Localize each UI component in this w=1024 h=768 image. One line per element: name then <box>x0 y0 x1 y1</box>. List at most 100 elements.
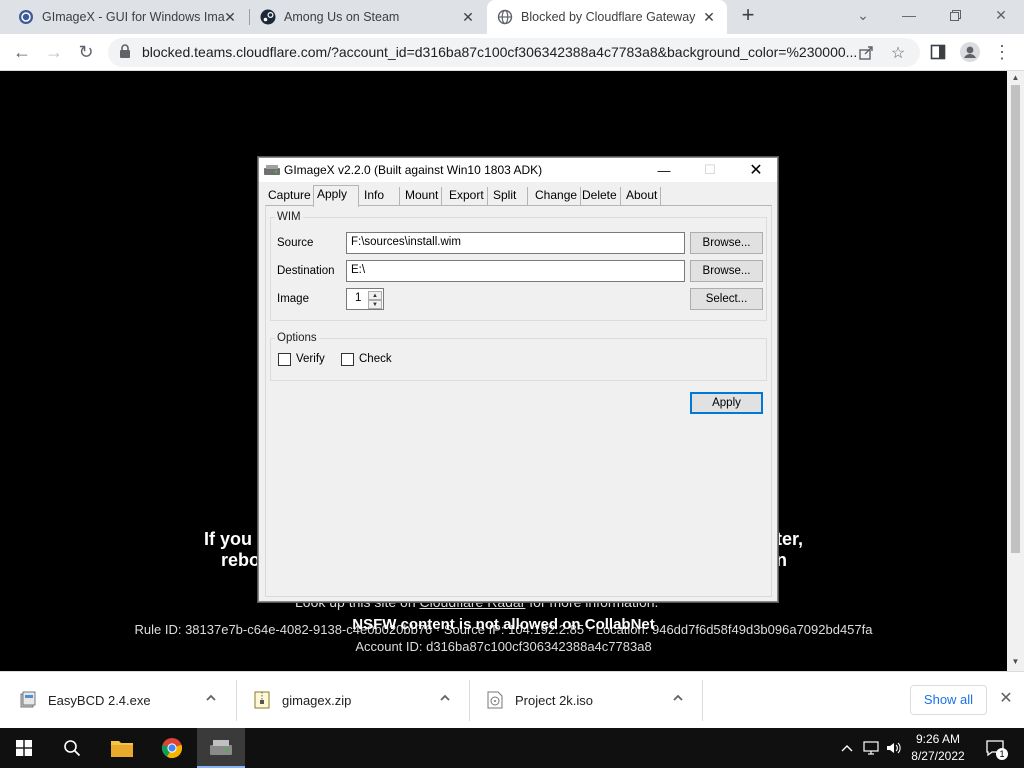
network-icon[interactable] <box>861 728 881 768</box>
download-item[interactable]: Project 2k.iso <box>467 672 701 729</box>
scroll-up-icon[interactable]: ▲ <box>1011 73 1020 82</box>
chevron-up-icon[interactable] <box>439 692 453 706</box>
stepper-down-icon[interactable]: ▼ <box>368 300 382 309</box>
account-id-line: Account ID: d316ba87c100cf306342388a4c77… <box>355 639 652 654</box>
browser-tab-strip: GImageX - GUI for Windows Ima ✕ Among Us… <box>0 0 1024 34</box>
bookmark-star-icon[interactable]: ☆ <box>888 43 908 63</box>
source-label: Source <box>277 237 314 249</box>
show-hidden-icons-icon[interactable] <box>838 728 856 768</box>
url-text[interactable]: blocked.teams.cloudflare.com/?account_id… <box>142 44 857 60</box>
verify-label[interactable]: Verify <box>296 353 325 365</box>
dialog-title-bar[interactable]: GImageX v2.2.0 (Built against Win10 1803… <box>259 158 777 182</box>
destination-label: Destination <box>277 265 335 277</box>
tab-delete[interactable]: Delete <box>579 187 621 205</box>
image-index-stepper[interactable]: 1 ▲ ▼ <box>346 288 384 310</box>
tab-split[interactable]: Split <box>490 187 528 205</box>
gimagex-app-icon <box>264 163 280 177</box>
image-label: Image <box>277 293 309 305</box>
close-downloads-shelf-icon[interactable]: ✕ <box>996 689 1016 709</box>
apply-button[interactable]: Apply <box>690 392 763 414</box>
download-item[interactable]: gimagex.zip <box>234 672 468 729</box>
blocked-message-line1-right: ter, <box>776 529 804 549</box>
verify-checkbox[interactable] <box>278 353 291 366</box>
iso-file-icon <box>487 691 503 709</box>
select-image-button[interactable]: Select... <box>690 288 763 310</box>
tab-mount[interactable]: Mount <box>402 187 443 205</box>
destination-field[interactable]: E:\ <box>346 260 685 282</box>
tab-info[interactable]: Info <box>361 187 400 205</box>
scrollbar-thumb[interactable] <box>1011 85 1020 553</box>
gimagex-icon <box>18 9 34 25</box>
options-group-label: Options <box>275 332 319 344</box>
minimize-window-button[interactable]: — <box>886 0 932 30</box>
gimagex-taskbar-icon[interactable] <box>197 728 245 768</box>
browser-tab-gimagex[interactable]: GImageX - GUI for Windows Ima ✕ <box>8 0 248 34</box>
tab-change[interactable]: Change <box>532 187 582 205</box>
share-icon[interactable] <box>856 43 876 63</box>
dialog-minimize-button[interactable]: — <box>641 158 687 182</box>
chevron-up-icon[interactable] <box>672 692 686 706</box>
blocked-message-line2-left: rebo <box>221 550 261 570</box>
browser-tab-cloudflare[interactable]: Blocked by Cloudflare Gateway ✕ <box>487 0 727 34</box>
tab-capture[interactable]: Capture <box>265 187 315 205</box>
download-name[interactable]: EasyBCD 2.4.exe <box>48 693 151 708</box>
new-tab-button[interactable]: + <box>736 4 760 28</box>
reload-icon[interactable]: ↻ <box>74 40 98 64</box>
tab-about[interactable]: About <box>623 187 662 205</box>
tab-search-icon[interactable]: ⌄ <box>840 0 886 30</box>
nsfw-message: NSFW content is not allowed on CollabNet <box>352 616 655 633</box>
exe-file-icon <box>20 691 36 709</box>
notification-center-icon[interactable]: 1 <box>980 728 1010 768</box>
dialog-title: GImageX v2.2.0 (Built against Win10 1803… <box>284 163 543 177</box>
image-index-value[interactable]: 1 <box>355 292 361 304</box>
back-icon[interactable]: ← <box>10 40 34 64</box>
download-name[interactable]: Project 2k.iso <box>515 693 593 708</box>
clock-date: 8/27/2022 <box>911 749 965 763</box>
show-all-downloads-button[interactable]: Show all <box>910 685 987 715</box>
downloads-shelf: EasyBCD 2.4.exe gimagex.zip Project 2k.i… <box>0 671 1024 728</box>
browser-toolbar: ← → ↻ blocked.teams.cloudflare.com/?acco… <box>0 34 1024 71</box>
search-icon[interactable] <box>48 728 96 768</box>
close-window-button[interactable]: ✕ <box>978 0 1024 30</box>
taskbar-clock[interactable]: 9:26 AM 8/27/2022 <box>904 731 972 765</box>
download-divider <box>702 680 703 721</box>
close-tab-icon[interactable]: ✕ <box>222 9 238 25</box>
file-explorer-icon[interactable] <box>98 728 146 768</box>
windows-taskbar: 9:26 AM 8/27/2022 1 <box>0 728 1024 768</box>
lock-icon[interactable] <box>119 44 133 60</box>
windows-start-icon[interactable] <box>0 728 48 768</box>
globe-icon <box>497 9 513 25</box>
stepper-up-icon[interactable]: ▲ <box>368 291 382 300</box>
profile-avatar-icon[interactable] <box>958 40 982 64</box>
clock-time: 9:26 AM <box>915 732 961 746</box>
browser-tab-steam[interactable]: Among Us on Steam ✕ <box>250 0 486 34</box>
tab-export[interactable]: Export <box>446 187 488 205</box>
side-panel-icon[interactable] <box>926 40 950 64</box>
source-browse-button[interactable]: Browse... <box>690 232 763 254</box>
close-tab-icon[interactable]: ✕ <box>460 9 476 25</box>
restore-window-button[interactable] <box>932 0 978 30</box>
page-scrollbar[interactable]: ▲ ▼ <box>1007 71 1024 671</box>
check-checkbox[interactable] <box>341 353 354 366</box>
steam-icon <box>260 9 276 25</box>
check-label[interactable]: Check <box>359 353 392 365</box>
zip-file-icon <box>254 691 270 709</box>
apply-tab-panel: WIM Source F:\sources\install.wim Browse… <box>265 205 772 597</box>
address-bar[interactable]: blocked.teams.cloudflare.com/?account_id… <box>108 38 920 67</box>
volume-icon[interactable] <box>884 728 904 768</box>
download-name[interactable]: gimagex.zip <box>282 693 351 708</box>
dialog-maximize-button[interactable]: ☐ <box>687 158 733 182</box>
dialog-close-button[interactable]: ✕ <box>733 158 779 182</box>
close-tab-icon[interactable]: ✕ <box>701 9 717 25</box>
notification-badge: 1 <box>996 748 1008 760</box>
destination-browse-button[interactable]: Browse... <box>690 260 763 282</box>
chevron-up-icon[interactable] <box>205 692 219 706</box>
source-field[interactable]: F:\sources\install.wim <box>346 232 685 254</box>
chrome-icon[interactable] <box>148 728 196 768</box>
scroll-down-icon[interactable]: ▼ <box>1011 657 1020 666</box>
menu-kebab-icon[interactable]: ⋮ <box>990 40 1014 64</box>
tab-title: GImageX - GUI for Windows Ima <box>42 10 225 24</box>
forward-icon[interactable]: → <box>42 40 66 64</box>
tab-apply[interactable]: Apply <box>313 185 359 207</box>
download-item[interactable]: EasyBCD 2.4.exe <box>0 672 234 729</box>
